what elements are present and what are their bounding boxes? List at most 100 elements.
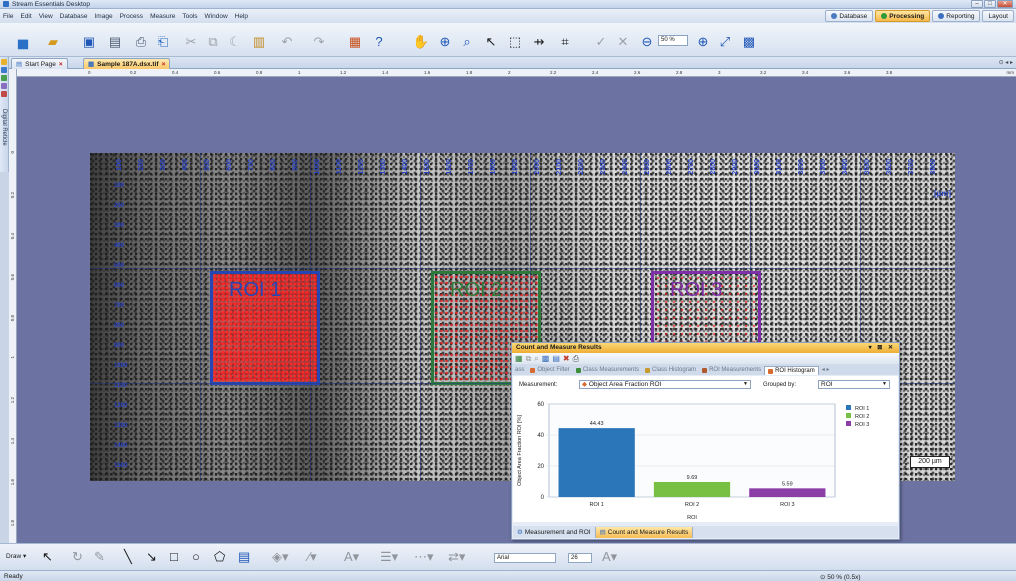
- rectangle-icon[interactable]: □: [170, 549, 178, 565]
- font-family-select[interactable]: Arial: [494, 553, 556, 563]
- pan-hand-icon[interactable]: ✋: [412, 32, 430, 50]
- cut-icon[interactable]: ✂: [182, 32, 200, 50]
- textbox-icon[interactable]: ▤: [238, 549, 250, 565]
- zoom-out-icon[interactable]: ⊖: [638, 32, 656, 50]
- export-icon[interactable]: ▦: [515, 354, 523, 363]
- help-pointer-icon[interactable]: ?: [370, 32, 388, 50]
- tab-class[interactable]: ass: [512, 366, 527, 375]
- menu-image[interactable]: Image: [95, 13, 113, 20]
- tab-measurement-and-roi[interactable]: ⚙ Measurement and ROI: [513, 526, 596, 538]
- tab-roi-histogram[interactable]: ROI Histogram: [764, 366, 819, 375]
- menu-view[interactable]: View: [39, 13, 53, 20]
- image-workspace[interactable]: [µm] ROI 1 ROI 2 ROI 3 200 µm 100 200 300 4…: [17, 77, 1016, 543]
- mode-tab-layout[interactable]: Layout: [982, 10, 1014, 22]
- undo-icon[interactable]: ↶: [278, 32, 296, 50]
- layout-icon[interactable]: ▩: [740, 32, 758, 50]
- move-object-icon[interactable]: ⇸: [530, 32, 548, 50]
- tab-class-histogram[interactable]: Class Histogram: [642, 366, 699, 375]
- roi-1[interactable]: ROI 1: [210, 271, 320, 385]
- minimize-button[interactable]: –: [971, 0, 983, 8]
- fill-color-icon[interactable]: ◈▾: [272, 549, 289, 565]
- dash-style-icon[interactable]: ⋯▾: [414, 549, 434, 565]
- ellipse-icon[interactable]: ○: [192, 549, 200, 565]
- reject-icon[interactable]: ✕: [614, 32, 632, 50]
- scale-bar[interactable]: 200 µm: [910, 456, 950, 468]
- mode-tab-reporting[interactable]: Reporting: [932, 10, 981, 22]
- measurement-select[interactable]: ◆ Object Area Fraction ROI ▼: [579, 380, 751, 389]
- panel-controls[interactable]: ▾ ⊠ ✕: [869, 343, 899, 353]
- draw-menu-button[interactable]: Draw ▾: [6, 549, 26, 565]
- folder-icon[interactable]: [1, 59, 7, 65]
- lasso-icon[interactable]: ☾: [226, 32, 244, 50]
- font-size-select[interactable]: 26: [568, 553, 592, 563]
- gallery-icon[interactable]: [1, 75, 7, 81]
- mode-tab-database[interactable]: Database: [825, 10, 874, 22]
- fit-to-window-icon[interactable]: ⤢: [716, 32, 734, 50]
- copy-icon[interactable]: ⧉: [526, 354, 532, 364]
- arrow-style-icon[interactable]: ⇄▾: [448, 549, 465, 565]
- ruler-tick-label: 3.6: [844, 70, 851, 75]
- text-format-icon[interactable]: A▾: [602, 549, 617, 565]
- rectangle-select-icon[interactable]: ⬚: [506, 32, 524, 50]
- line-icon[interactable]: ╲: [124, 549, 132, 565]
- maximize-button[interactable]: □: [984, 0, 996, 8]
- navigator-icon[interactable]: [1, 83, 7, 89]
- polygon-icon[interactable]: ⬠: [214, 549, 225, 565]
- find-icon[interactable]: ⌕: [534, 354, 538, 364]
- print-icon[interactable]: ⎙: [132, 32, 150, 50]
- font-color-icon[interactable]: A▾: [344, 549, 359, 565]
- line-style-icon[interactable]: ☰▾: [380, 549, 398, 565]
- crop-icon[interactable]: ⌗: [556, 32, 574, 50]
- menu-window[interactable]: Window: [205, 13, 228, 20]
- menu-measure[interactable]: Measure: [150, 13, 175, 20]
- paste-icon[interactable]: ▥: [250, 32, 268, 50]
- mode-tab-processing[interactable]: Processing: [875, 10, 931, 22]
- table-icon[interactable]: ▤: [552, 354, 560, 363]
- delete-icon[interactable]: ✖: [563, 354, 570, 363]
- close-tab-icon[interactable]: ×: [59, 61, 63, 68]
- select-objects-icon[interactable]: ↖: [42, 549, 53, 565]
- tab-scroll-arrows[interactable]: ◂ ▸: [819, 366, 833, 375]
- print-preview-icon[interactable]: ▤: [106, 32, 124, 50]
- ruler-unit: mm: [1006, 70, 1015, 75]
- edit-points-icon[interactable]: ✎: [94, 549, 105, 565]
- tab-start-page[interactable]: ▤ Start Page ×: [11, 58, 68, 69]
- close-button[interactable]: ✕: [997, 0, 1013, 8]
- line-color-icon[interactable]: ∕▾: [308, 549, 317, 565]
- accept-icon[interactable]: ✓: [592, 32, 610, 50]
- zoom-level-input[interactable]: 50 %: [658, 35, 688, 46]
- grouped-by-select[interactable]: ROI ▼: [818, 380, 890, 389]
- menu-help[interactable]: Help: [235, 13, 248, 20]
- tab-navigation[interactable]: ⊙ ◂ ▸: [999, 59, 1013, 66]
- digital-reticle-tab[interactable]: Digital Reticle: [1, 109, 7, 146]
- menu-tools[interactable]: Tools: [182, 13, 197, 20]
- tab-sample-image[interactable]: ▦ Sample 187A.dsx.tif ×: [83, 58, 171, 69]
- close-tab-icon[interactable]: ×: [162, 61, 166, 68]
- menu-process[interactable]: Process: [120, 13, 143, 20]
- menu-database[interactable]: Database: [60, 13, 88, 20]
- reticle-icon[interactable]: [1, 91, 7, 97]
- open-folder-icon[interactable]: ▰: [44, 32, 62, 50]
- copy-icon[interactable]: ⧉: [204, 32, 222, 50]
- panel-title-bar[interactable]: Count and Measure Results ▾ ⊠ ✕: [512, 343, 899, 353]
- print-icon[interactable]: ⎙: [573, 354, 579, 364]
- menu-file[interactable]: File: [3, 13, 13, 20]
- save-icon[interactable]: ▣: [80, 32, 98, 50]
- arrow-icon[interactable]: ↘: [146, 549, 157, 565]
- chart-icon[interactable]: ▩: [542, 354, 550, 363]
- tab-roi-measurements[interactable]: ROI Measurements: [699, 366, 764, 375]
- zoom-icon[interactable]: ⊕: [436, 32, 454, 50]
- redo-icon[interactable]: ↷: [310, 32, 328, 50]
- tab-object-filter[interactable]: Object Filter: [527, 366, 572, 375]
- tab-class-measurements[interactable]: Class Measurements: [573, 366, 642, 375]
- properties-icon[interactable]: [1, 67, 7, 73]
- image-info-icon[interactable]: ▦: [346, 32, 364, 50]
- menu-edit[interactable]: Edit: [20, 13, 31, 20]
- acquire-icon[interactable]: ▅: [14, 32, 32, 50]
- select-pointer-icon[interactable]: ↖: [482, 32, 500, 50]
- rotate-icon[interactable]: ↻: [72, 549, 83, 565]
- tab-count-and-measure-results[interactable]: ▤ Count and Measure Results: [595, 526, 694, 538]
- preview-icon[interactable]: ⎗: [154, 32, 172, 50]
- zoom-window-icon[interactable]: ⌕: [458, 32, 476, 50]
- zoom-in-icon[interactable]: ⊕: [694, 32, 712, 50]
